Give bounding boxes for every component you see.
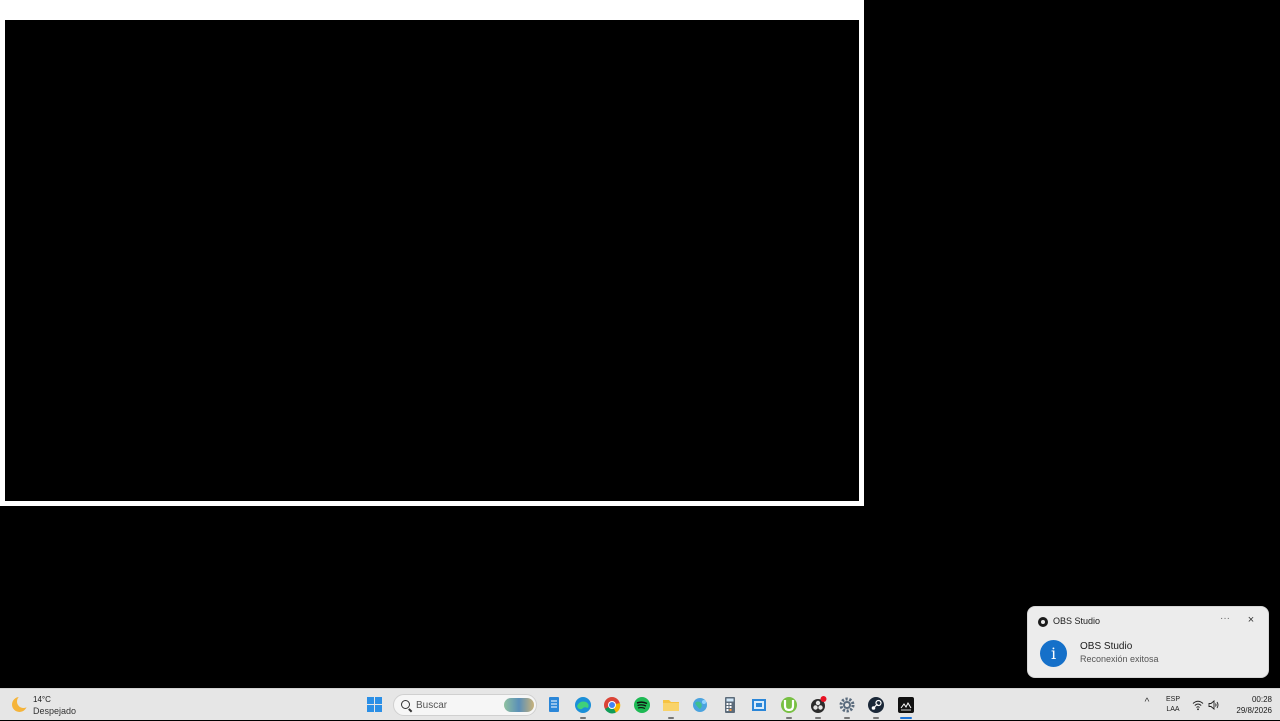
taskbar-app-utorrent[interactable] xyxy=(778,694,800,719)
search-highlight-icon xyxy=(504,698,534,712)
search-box[interactable]: Buscar xyxy=(393,694,537,716)
steam-icon xyxy=(868,697,884,713)
notification-app-name: OBS Studio xyxy=(1053,616,1101,626)
notification-body: Reconexión exitosa xyxy=(1080,654,1159,664)
weather-condition: Despejado xyxy=(33,706,77,716)
running-indicator xyxy=(844,717,850,719)
obs-icon xyxy=(1038,617,1048,627)
running-indicator xyxy=(873,717,879,719)
taskbar-app-spotify[interactable] xyxy=(631,694,653,716)
windows-logo-icon xyxy=(367,697,374,704)
running-indicator xyxy=(668,717,674,719)
language-indicator[interactable]: ESP LAA xyxy=(1163,695,1183,715)
folder-icon xyxy=(663,700,679,711)
running-indicator xyxy=(815,717,821,719)
system-clock[interactable]: 00:28 29/8/2026 xyxy=(1226,694,1272,716)
app-window[interactable] xyxy=(0,0,864,506)
window-black-content xyxy=(5,20,859,501)
notepad-icon xyxy=(549,697,559,712)
taskbar-app-file-explorer[interactable] xyxy=(660,694,682,719)
taskbar-app-obs-studio[interactable] xyxy=(807,694,829,719)
windows-logo-pane xyxy=(367,705,374,712)
taskbar-app-terminal[interactable] xyxy=(895,694,917,719)
clock-time: 00:28 xyxy=(1251,695,1272,704)
windows-logo-pane xyxy=(375,705,382,712)
taskbar-app-steam[interactable] xyxy=(865,694,887,719)
taskbar-app-settings[interactable] xyxy=(836,694,858,719)
taskbar-app-remote-desktop[interactable] xyxy=(748,694,770,716)
start-button[interactable] xyxy=(364,694,386,716)
windows-logo-pane xyxy=(375,697,382,704)
running-indicator xyxy=(580,717,586,719)
info-icon: i xyxy=(1040,640,1067,667)
taskbar: 14°C Despejado Buscar ^ ESP LAA 00:28 29… xyxy=(0,688,1280,720)
language-code: ESP xyxy=(1165,696,1180,703)
spotify-icon xyxy=(634,697,650,713)
keyboard-layout: LAA xyxy=(1166,706,1180,713)
window-icon xyxy=(752,699,766,711)
running-indicator-active xyxy=(900,717,912,719)
search-icon xyxy=(401,700,410,709)
tray-overflow-chevron-icon[interactable]: ^ xyxy=(1141,697,1153,711)
taskbar-app-notepad[interactable] xyxy=(543,694,565,716)
moon-icon xyxy=(12,695,30,712)
gear-icon xyxy=(839,697,855,713)
weather-temperature: 14°C xyxy=(33,695,51,704)
taskbar-app-chrome[interactable] xyxy=(601,694,623,716)
calculator-icon xyxy=(725,697,735,713)
chrome-icon xyxy=(604,697,621,714)
taskbar-app-calculator[interactable] xyxy=(719,694,741,716)
notification-more-button[interactable]: ··· xyxy=(1217,612,1233,626)
weather-widget[interactable]: 14°C Despejado xyxy=(8,692,88,718)
globe-icon xyxy=(693,698,707,712)
clock-date: 29/8/2026 xyxy=(1236,706,1272,715)
search-placeholder: Buscar xyxy=(416,700,448,711)
taskbar-app-network[interactable] xyxy=(689,694,711,716)
desktop: OBS Studio ··· × i OBS Studio Reconexión… xyxy=(0,0,1280,688)
wifi-icon[interactable] xyxy=(1192,698,1204,711)
edge-icon xyxy=(575,697,591,713)
utorrent-icon xyxy=(781,697,797,713)
taskbar-app-edge[interactable] xyxy=(572,694,594,719)
notification-close-button[interactable]: × xyxy=(1243,613,1259,627)
terminal-icon xyxy=(898,697,914,713)
notification-title: OBS Studio xyxy=(1080,641,1133,652)
obs-icon xyxy=(811,696,827,713)
volume-icon[interactable] xyxy=(1208,698,1220,710)
running-indicator xyxy=(786,717,792,719)
notification-toast[interactable]: OBS Studio ··· × i OBS Studio Reconexión… xyxy=(1027,606,1269,678)
